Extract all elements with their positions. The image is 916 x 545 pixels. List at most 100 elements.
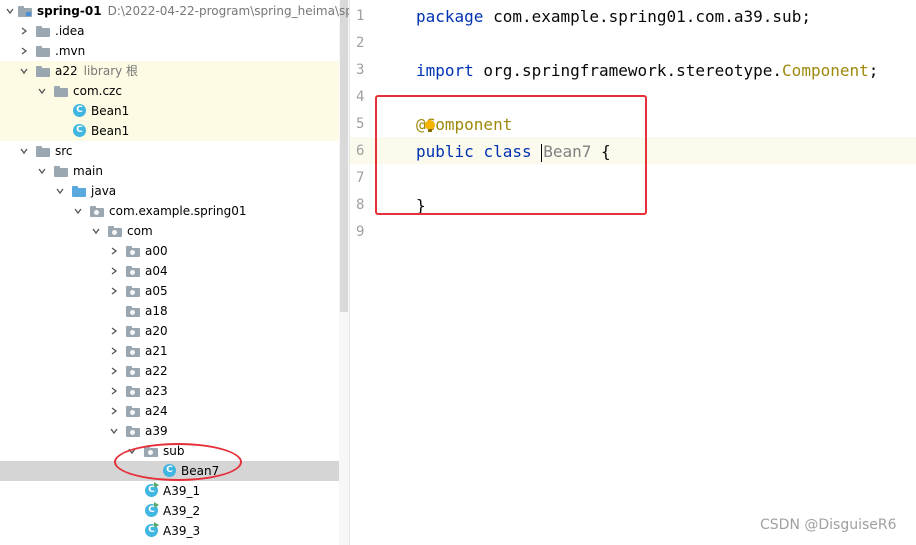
package-folder-icon — [126, 266, 140, 277]
tree-item-label: java — [91, 184, 117, 198]
tree-item-com-example-spring01[interactable]: com.example.spring01 — [0, 201, 339, 221]
chevron-right-icon[interactable] — [108, 341, 120, 361]
tree-item-label: a39 — [145, 424, 168, 438]
tree-item-a04[interactable]: a04 — [0, 261, 339, 281]
tree-item-label: a05 — [145, 284, 168, 298]
library-root-note: library 根 — [83, 64, 139, 78]
chevron-right-icon[interactable] — [108, 361, 120, 381]
chevron-right-icon[interactable] — [108, 401, 120, 421]
line-number[interactable]: 9 — [350, 219, 404, 246]
tree-item-a39-2[interactable]: A39_2 — [0, 501, 339, 521]
line-number[interactable]: 3 — [350, 57, 404, 84]
source-root-folder-icon — [72, 186, 86, 197]
tree-item-a23[interactable]: a23 — [0, 381, 339, 401]
tree-item-main[interactable]: main — [0, 161, 339, 181]
package-folder-icon — [126, 326, 140, 337]
tree-item-label: A39_3 — [163, 524, 201, 538]
tree-item-a21[interactable]: a21 — [0, 341, 339, 361]
package-folder-icon — [126, 306, 140, 317]
tree-item-java[interactable]: java — [0, 181, 339, 201]
tree-item-a18[interactable]: a18 — [0, 301, 339, 321]
class-icon — [73, 124, 86, 137]
line-number[interactable]: 1 — [350, 3, 404, 30]
tree-item-a20[interactable]: a20 — [0, 321, 339, 341]
chevron-right-icon[interactable] — [108, 281, 120, 301]
chevron-down-icon[interactable] — [18, 61, 30, 81]
chevron-down-icon[interactable] — [108, 421, 120, 441]
keyword: import — [416, 61, 474, 80]
chevron-down-icon[interactable] — [4, 1, 16, 21]
tree-item-com-czc[interactable]: com.czc — [0, 81, 339, 101]
tree-item-label: a00 — [145, 244, 168, 258]
watermark: CSDN @DisguiseR6 — [760, 517, 897, 533]
package-folder-icon — [54, 86, 68, 97]
tree-item-a22[interactable]: a22 — [0, 361, 339, 381]
tree-item-src[interactable]: src — [0, 141, 339, 161]
red-highlight-oval — [114, 443, 242, 481]
tree-item-label: a18 — [145, 304, 168, 318]
code-line-import[interactable]: import org.springframework.stereotype.Co… — [416, 57, 878, 84]
tree-item-label: Bean1 — [91, 104, 130, 118]
tree-item-a00[interactable]: a00 — [0, 241, 339, 261]
chevron-down-icon[interactable] — [36, 161, 48, 181]
code-editor[interactable]: 1 2 3 4 5 6 7 8 9 package com.example.sp… — [349, 0, 916, 545]
tree-item-label: main — [73, 164, 103, 178]
package-folder-icon — [126, 346, 140, 357]
tree-item-label: src — [55, 144, 73, 158]
tree-item-a39-1[interactable]: A39_1 — [0, 481, 339, 501]
package-folder-icon — [126, 426, 140, 437]
tree-item-label: a20 — [145, 324, 168, 338]
module-folder-icon — [18, 6, 32, 17]
line-number[interactable]: 2 — [350, 30, 404, 57]
chevron-right-icon[interactable] — [108, 241, 120, 261]
tree-item-com[interactable]: com — [0, 221, 339, 241]
tree-item-label: a23 — [145, 384, 168, 398]
runnable-class-icon — [145, 522, 159, 537]
tree-item-label: .mvn — [55, 44, 86, 58]
import-package: org.springframework.stereotype. — [473, 61, 783, 80]
tree-item-bean1[interactable]: Bean1 — [0, 101, 339, 121]
tree-item-label: spring-01 D:\2022-04-22-program\spring_he… — [37, 1, 349, 21]
tree-item-label: a22 — [145, 364, 168, 378]
tree-item-idea[interactable]: .idea — [0, 21, 339, 41]
tree-item-label: .idea — [55, 24, 85, 38]
tree-item-a24[interactable]: a24 — [0, 401, 339, 421]
package-folder-icon — [126, 386, 140, 397]
chevron-right-icon[interactable] — [108, 381, 120, 401]
tree-item-label: a04 — [145, 264, 168, 278]
chevron-down-icon[interactable] — [90, 221, 102, 241]
chevron-down-icon[interactable] — [72, 201, 84, 221]
tree-item-spring-01[interactable]: spring-01 D:\2022-04-22-program\spring_he… — [0, 1, 349, 21]
tree-item-mvn[interactable]: .mvn — [0, 41, 339, 61]
tree-item-label: com — [127, 224, 153, 238]
tree-item-label: a21 — [145, 344, 168, 358]
tree-item-label: a24 — [145, 404, 168, 418]
chevron-right-icon[interactable] — [108, 321, 120, 341]
folder-icon — [54, 166, 68, 177]
code-line-package[interactable]: package com.example.spring01.com.a39.sub… — [416, 3, 811, 30]
tree-item-a39-3[interactable]: A39_3 — [0, 521, 339, 541]
class-icon — [73, 104, 86, 117]
chevron-down-icon[interactable] — [54, 181, 66, 201]
chevron-right-icon[interactable] — [18, 41, 30, 61]
chevron-down-icon[interactable] — [18, 141, 30, 161]
package-folder-icon — [108, 226, 122, 237]
package-folder-icon — [126, 406, 140, 417]
tree-item-label: com.example.spring01 — [109, 204, 247, 218]
chevron-down-icon[interactable] — [36, 81, 48, 101]
keyword: package — [416, 7, 484, 26]
folder-icon — [36, 26, 50, 37]
runnable-class-icon — [145, 502, 159, 517]
library-folder-icon — [36, 66, 50, 77]
tree-scrollbar-thumb[interactable] — [340, 0, 348, 312]
folder-icon — [36, 46, 50, 57]
package-folder-icon — [126, 366, 140, 377]
tree-item-bean1[interactable]: Bean1 — [0, 121, 339, 141]
tree-item-a05[interactable]: a05 — [0, 281, 339, 301]
tree-item-a39[interactable]: a39 — [0, 421, 339, 441]
chevron-right-icon[interactable] — [18, 21, 30, 41]
chevron-right-icon[interactable] — [108, 261, 120, 281]
tree-item-a22-library[interactable]: a22 library 根 — [0, 61, 339, 81]
red-highlight-rectangle — [375, 95, 647, 215]
semicolon: ; — [868, 61, 879, 80]
